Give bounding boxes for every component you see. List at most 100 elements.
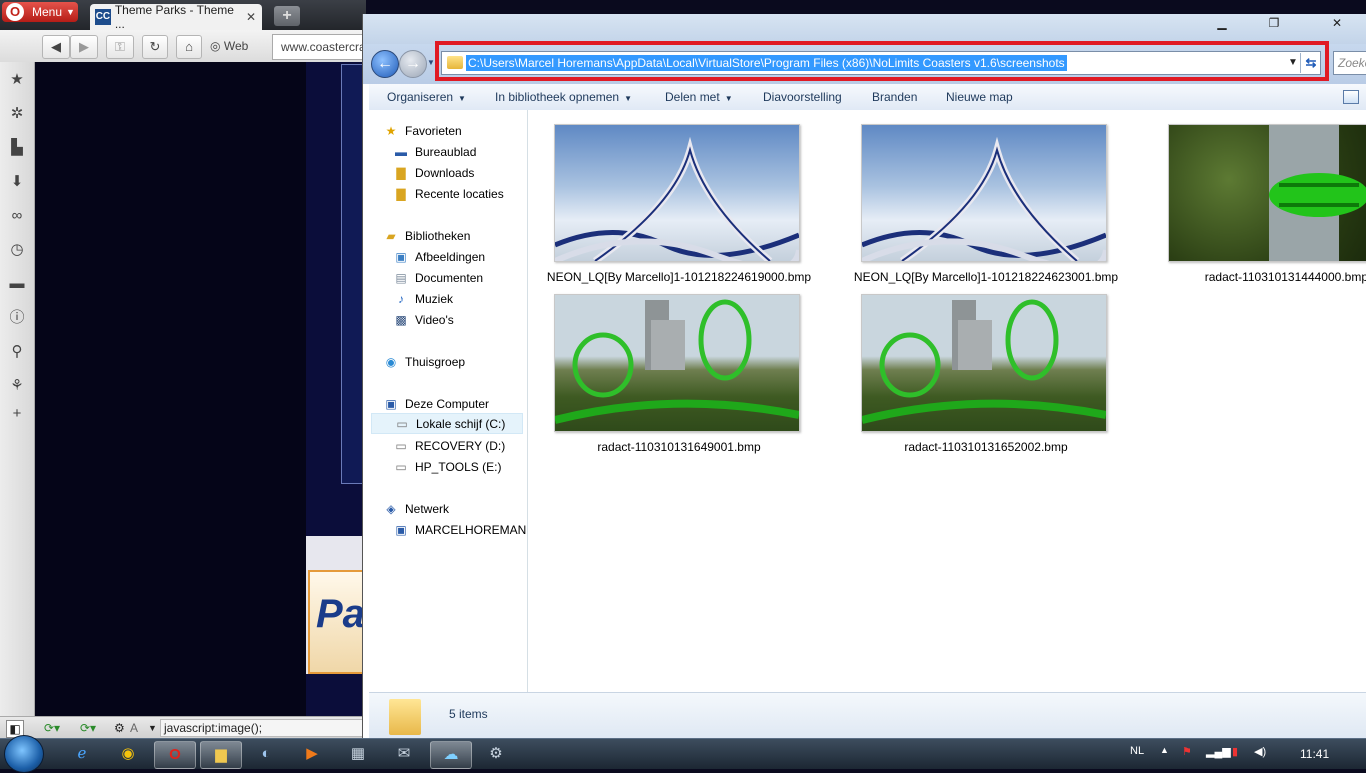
back-button[interactable]: ◀ (42, 35, 70, 59)
downloads-icon[interactable]: ⬇ (7, 172, 27, 192)
file-name: radact-110310131444000.bmp (1204, 270, 1366, 284)
recent-places-icon: ▇ (396, 186, 406, 201)
change-view-icon[interactable] (1343, 90, 1359, 104)
mail-icon[interactable]: ✉ (384, 741, 424, 767)
image-thumbnail (1168, 124, 1366, 262)
minimize-button[interactable]: ▁ (1209, 14, 1235, 32)
reload-button[interactable]: ↻ (142, 35, 168, 59)
forward-button[interactable]: → (399, 50, 427, 78)
key-icon[interactable]: ⚿ (106, 35, 134, 59)
info-icon[interactable]: ⓘ (7, 308, 27, 328)
videos-icon: ▩ (395, 312, 407, 327)
nav-desktop[interactable]: ▬ Bureaublad (393, 141, 476, 162)
clock[interactable]: 11:41 (1300, 747, 1329, 761)
media-player-icon[interactable]: ◐ (246, 741, 286, 767)
home-button[interactable]: ⌂ (176, 35, 202, 59)
chevron-down-icon[interactable]: ▼ (1288, 57, 1298, 68)
nav-homegroup[interactable]: ◉ Thuisgroep (383, 351, 465, 372)
explorer-window: ▁ ❐ ✕ ← → ▼ C:\Users\Marcel Horemans\App… (362, 14, 1366, 739)
opera-tab-bar: O Menu ▼ CC Theme Parks - Theme ... ✕ + (0, 0, 366, 31)
nav-network-computer[interactable]: ▣ MARCELHOREMAN (393, 519, 526, 540)
file-name: NEON_LQ[By Marcello]1-101218224623001.bm… (853, 270, 1119, 284)
app-icon[interactable]: ☁ (430, 741, 472, 769)
widgets-icon[interactable]: ✲ (7, 104, 27, 124)
start-button[interactable] (4, 735, 44, 773)
folder-icon (447, 56, 463, 69)
pictures-icon: ▣ (395, 249, 407, 264)
internet-explorer-icon[interactable]: ℯ (62, 741, 102, 767)
address-bar[interactable]: C:\Users\Marcel Horemans\AppData\Local\V… (441, 51, 1321, 75)
nav-downloads[interactable]: ▇ Downloads (393, 162, 474, 183)
network-tool-icon[interactable]: ▦ (338, 741, 378, 767)
nav-libraries[interactable]: ▰ Bibliotheken (383, 225, 470, 246)
search-icon[interactable]: ⚲ (7, 342, 27, 362)
show-hidden-icons[interactable]: ▲ (1160, 745, 1169, 755)
browser-tab[interactable]: CC Theme Parks - Theme ... ✕ (90, 3, 262, 31)
sync-icon[interactable]: ⟳▾ (44, 720, 60, 736)
chrome-icon[interactable]: ◉ (108, 741, 148, 767)
status-url-text: javascript:image(); (160, 719, 365, 737)
globe-icon: ◎ (210, 39, 221, 53)
coaster-app-icon[interactable]: ⚙ (476, 741, 516, 767)
chevron-down-icon[interactable]: ▼ (148, 720, 157, 736)
power-icon[interactable]: ▮ (1232, 745, 1238, 758)
bookmarks-icon[interactable]: ★ (7, 70, 27, 90)
nav-recent-places[interactable]: ▇ Recente locaties (393, 183, 503, 204)
address-path[interactable]: C:\Users\Marcel Horemans\AppData\Local\V… (466, 55, 1067, 71)
forward-button[interactable]: ▶ (70, 35, 98, 59)
nav-drive-d[interactable]: ▭ RECOVERY (D:) (393, 435, 505, 456)
web-page-banner[interactable]: Pa (308, 570, 368, 674)
settings-gear-icon[interactable]: ⚙ (114, 720, 125, 736)
maximize-button[interactable]: ❐ (1261, 14, 1287, 32)
nav-music[interactable]: ♪ Muziek (393, 288, 453, 309)
add-panel-icon[interactable]: + (7, 404, 27, 424)
language-indicator[interactable]: NL (1130, 745, 1144, 757)
nav-videos[interactable]: ▩ Video's (393, 309, 453, 330)
new-folder-button[interactable]: Nieuwe map (946, 88, 1013, 106)
unite-icon[interactable]: ⚘ (7, 376, 27, 396)
slideshow-button[interactable]: Diavoorstelling (763, 88, 842, 106)
organize-menu[interactable]: Organiseren ▼ (387, 88, 466, 106)
star-icon: ★ (385, 123, 397, 138)
recent-pages-dropdown-icon[interactable]: ▼ (427, 58, 435, 67)
notes-icon[interactable]: ▙ (7, 138, 27, 158)
refresh-icon[interactable]: ⇆ (1300, 53, 1321, 73)
action-center-icon[interactable]: ⚑ (1182, 745, 1192, 758)
computer-icon: ▣ (385, 396, 397, 411)
media-center-icon[interactable]: ▶ (292, 741, 332, 767)
taskbar: ℯ ◉ O ▆ ◐ ▶ ▦ ✉ ☁ ⚙ NL ▲ ⚑ ▂▄▆ ▮ ◀) 11:4… (0, 735, 1366, 773)
details-pane: 5 items (369, 692, 1366, 739)
opera-menu-label: Menu (32, 5, 63, 19)
nav-drive-c[interactable]: ▭ Lokale schijf (C:) (371, 413, 523, 434)
search-engine-selector[interactable]: ◎ Web (210, 35, 266, 57)
search-input[interactable]: Zoeken (1333, 51, 1366, 75)
nav-drive-e[interactable]: ▭ HP_TOOLS (E:) (393, 456, 501, 477)
turbo-icon[interactable]: ⟳▾ (80, 720, 96, 736)
command-bar: Organiseren ▼ In bibliotheek opnemen ▼ Del… (369, 84, 1366, 111)
tab-title: Theme Parks - Theme ... (114, 3, 234, 31)
close-window-button[interactable]: ✕ (1315, 14, 1359, 32)
network-signal-icon[interactable]: ▂▄▆ (1206, 745, 1231, 758)
opera-menu-button[interactable]: O Menu ▼ (2, 2, 78, 22)
new-tab-button[interactable]: + (274, 6, 300, 26)
nav-network[interactable]: ◈ Netwerk (383, 498, 449, 519)
volume-icon[interactable]: ◀) (1254, 745, 1266, 758)
windows-icon[interactable]: ▬ (7, 274, 27, 294)
explorer-folder-icon[interactable]: ▆ (200, 741, 242, 769)
history-icon[interactable]: ◷ (7, 240, 27, 260)
links-icon[interactable]: ∞ (7, 206, 27, 226)
computer-icon: ▣ (395, 522, 407, 537)
nav-pictures[interactable]: ▣ Afbeeldingen (393, 246, 485, 267)
opera-icon[interactable]: O (154, 741, 196, 769)
banner-text: Pa (316, 592, 365, 636)
nav-documents[interactable]: ▤ Documenten (393, 267, 483, 288)
homegroup-icon: ◉ (385, 354, 397, 369)
share-with-menu[interactable]: Delen met ▼ (665, 88, 733, 106)
include-in-library-menu[interactable]: In bibliotheek opnemen ▼ (495, 88, 632, 106)
close-tab-icon[interactable]: ✕ (246, 10, 256, 24)
item-count: 5 items (449, 707, 488, 721)
nav-favorites[interactable]: ★ Favorieten (383, 120, 462, 141)
burn-button[interactable]: Branden (872, 88, 917, 106)
back-button[interactable]: ← (371, 50, 399, 78)
nav-computer[interactable]: ▣ Deze Computer (383, 393, 489, 414)
